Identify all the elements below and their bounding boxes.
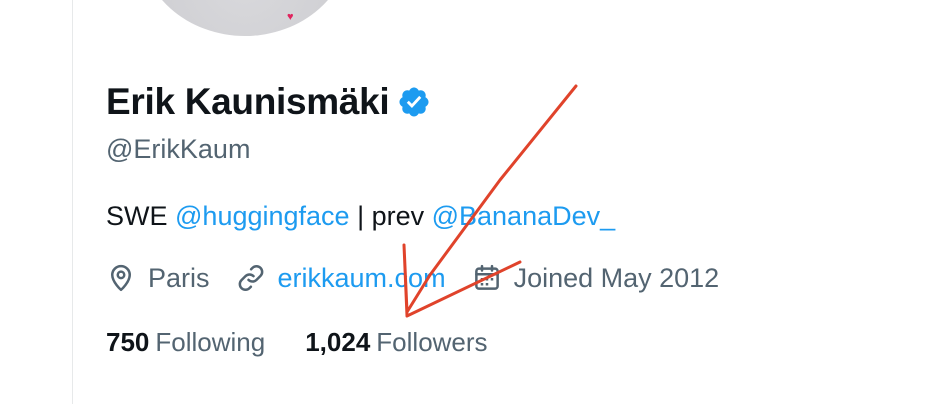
following-label: Following [155, 326, 266, 357]
followers-label: Followers [376, 326, 488, 357]
bio: SWE @huggingface | prev @BananaDev_ [106, 199, 906, 233]
followers-link[interactable]: 1,024 Followers [305, 327, 487, 358]
website-item: erikkaum.com [236, 263, 446, 294]
location-text: Paris [148, 262, 210, 293]
verified-badge-icon[interactable] [397, 85, 431, 119]
joined-item: Joined May 2012 [472, 262, 720, 294]
profile-meta: Paris erikkaum.com Joined May 2012 [106, 261, 906, 295]
mention-huggingface-link[interactable]: @huggingface [175, 201, 350, 231]
following-count: 750 [106, 326, 150, 357]
user-handle: @ErikKaum [106, 134, 251, 164]
joined-date: Joined May 2012 [513, 262, 720, 293]
calendar-icon [474, 264, 499, 290]
following-link[interactable]: 750 Following [106, 327, 265, 358]
location-item: Paris [106, 263, 210, 294]
avatar[interactable]: ♥ [140, 0, 350, 36]
follow-stats: 750 Following 1,024 Followers [106, 325, 906, 359]
bio-text-middle: | prev [349, 201, 432, 231]
website-link[interactable]: erikkaum.com [278, 263, 446, 294]
timeline-column-border [72, 0, 73, 404]
mention-bananadev-link[interactable]: @BananaDev_ [432, 201, 616, 231]
display-name: Erik Kaunismäki [106, 81, 390, 122]
profile-header: Erik Kaunismäki @ErikKaum SWE @huggingfa… [106, 78, 906, 359]
location-pin-icon [111, 264, 131, 292]
bio-text: SWE [106, 201, 176, 231]
link-icon [238, 264, 263, 292]
heart-icon: ♥ [287, 11, 294, 23]
followers-count: 1,024 [305, 326, 371, 357]
name-row: Erik Kaunismäki [106, 78, 906, 126]
